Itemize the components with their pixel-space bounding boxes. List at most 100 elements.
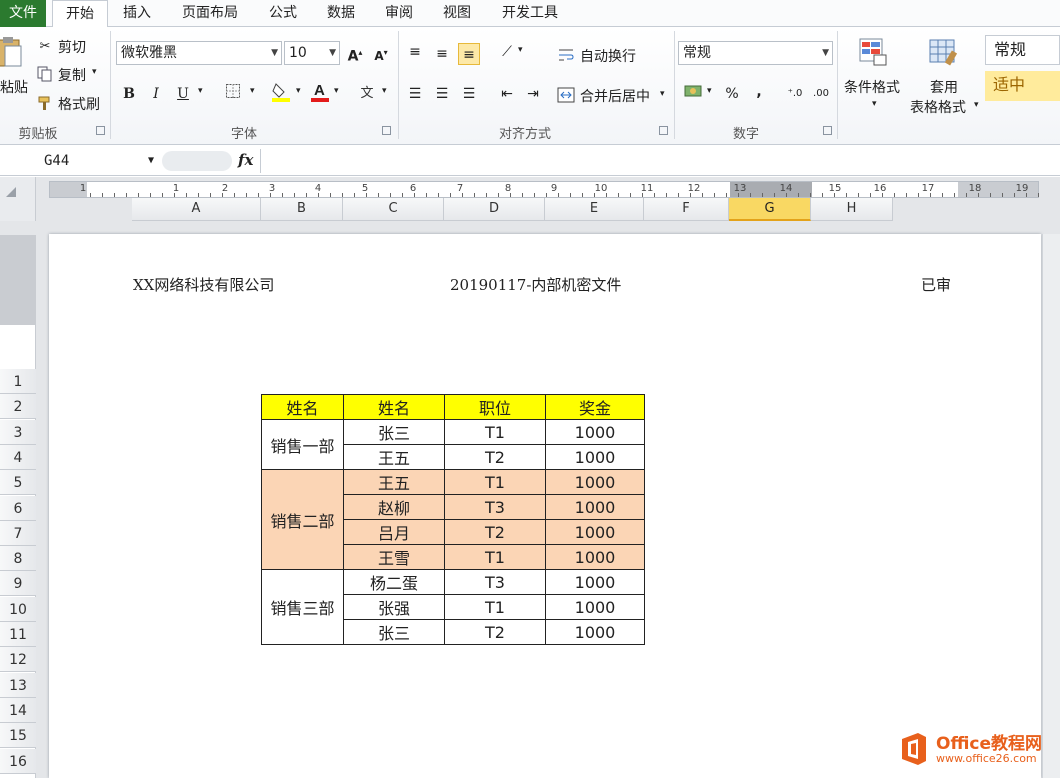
currency-dropdown-icon[interactable]: ▾ <box>707 86 712 96</box>
format-painter-icon[interactable] <box>36 94 54 112</box>
font-color-icon[interactable]: A <box>309 81 331 103</box>
row-header-4[interactable]: 4 <box>0 444 36 470</box>
header-cell-name[interactable]: 姓名 <box>343 394 445 420</box>
clipboard-launcher-icon[interactable] <box>96 126 105 135</box>
copy-dropdown-icon[interactable]: ▾ <box>92 67 97 77</box>
paste-label[interactable]: 粘贴 <box>0 77 28 97</box>
wrap-text-button[interactable]: 自动换行 <box>580 46 636 66</box>
align-center-icon[interactable]: ☰ <box>431 83 453 105</box>
bonus-cell[interactable]: 1000 <box>545 544 645 570</box>
formula-bar-splitter[interactable] <box>162 151 232 171</box>
bonus-cell[interactable]: 1000 <box>545 469 645 495</box>
row-header-15[interactable]: 15 <box>0 723 36 749</box>
align-middle-icon[interactable]: ≡ <box>431 43 453 65</box>
border-icon[interactable] <box>222 83 244 105</box>
bonus-cell[interactable]: 1000 <box>545 419 645 445</box>
row-header-12[interactable]: 12 <box>0 647 36 673</box>
align-top-icon[interactable]: ≡ <box>404 41 426 63</box>
tab-home[interactable]: 开始 <box>52 0 108 28</box>
phonetic-icon[interactable]: 文 <box>356 83 378 105</box>
align-right-icon[interactable]: ☰ <box>458 83 480 105</box>
copy-icon[interactable] <box>36 65 54 83</box>
bonus-cell[interactable]: 1000 <box>545 494 645 520</box>
dept-cell[interactable]: 销售一部 <box>261 419 344 470</box>
header-cell-position[interactable]: 职位 <box>444 394 546 420</box>
tab-view[interactable]: 视图 <box>432 0 482 27</box>
orientation-icon[interactable]: ⟋ <box>496 41 518 63</box>
bonus-cell[interactable]: 1000 <box>545 619 645 645</box>
name-cell[interactable]: 王五 <box>343 444 445 470</box>
font-color-dropdown-icon[interactable]: ▾ <box>334 86 339 96</box>
name-cell[interactable]: 杨二蛋 <box>343 569 445 595</box>
italic-button[interactable]: I <box>145 83 167 105</box>
tab-insert[interactable]: 插入 <box>112 0 162 27</box>
merge-center-button[interactable]: 合并后居中 <box>580 86 650 106</box>
row-header-5[interactable]: 5 <box>0 470 36 496</box>
position-cell[interactable]: T3 <box>444 494 546 520</box>
column-header-B[interactable]: B <box>261 198 343 221</box>
increase-indent-icon[interactable]: ⇥ <box>522 83 544 105</box>
style-neutral[interactable]: 适中 <box>985 71 1060 101</box>
align-bottom-icon[interactable]: ≡ <box>458 43 480 65</box>
underline-button[interactable]: U <box>172 83 194 105</box>
format-painter-button[interactable]: 格式刷 <box>58 94 100 114</box>
row-header-3[interactable]: 3 <box>0 419 36 445</box>
underline-dropdown-icon[interactable]: ▾ <box>198 86 203 96</box>
row-header-8[interactable]: 8 <box>0 546 36 572</box>
row-header-16[interactable]: 16 <box>0 748 36 774</box>
wrap-text-icon[interactable] <box>556 45 576 65</box>
position-cell[interactable]: T2 <box>444 619 546 645</box>
row-header-2[interactable]: 2 <box>0 394 36 420</box>
header-left[interactable]: XX网络科技有限公司 <box>133 274 274 295</box>
orientation-dropdown-icon[interactable]: ▾ <box>518 45 523 55</box>
column-header-G[interactable]: G <box>729 198 811 221</box>
insert-function-icon[interactable]: fx <box>238 151 253 169</box>
position-cell[interactable]: T1 <box>444 419 546 445</box>
row-header-14[interactable]: 14 <box>0 697 36 723</box>
bonus-cell[interactable]: 1000 <box>545 594 645 620</box>
font-name-select[interactable]: 微软雅黑 ▼ <box>116 41 282 65</box>
column-header-A[interactable]: A <box>132 198 261 221</box>
fill-color-dropdown-icon[interactable]: ▾ <box>296 86 301 96</box>
name-cell[interactable]: 吕月 <box>343 519 445 545</box>
position-cell[interactable]: T2 <box>444 519 546 545</box>
tab-review[interactable]: 审阅 <box>374 0 424 27</box>
dept-cell[interactable]: 销售三部 <box>261 569 344 645</box>
number-format-select[interactable]: 常规 ▼ <box>678 41 833 65</box>
style-normal[interactable]: 常规 <box>985 35 1060 65</box>
row-header-13[interactable]: 13 <box>0 672 36 698</box>
row-header-9[interactable]: 9 <box>0 571 36 597</box>
tab-developer[interactable]: 开发工具 <box>490 0 570 27</box>
select-all-corner[interactable] <box>0 177 36 221</box>
copy-button[interactable]: 复制 <box>58 65 86 85</box>
align-left-icon[interactable]: ☰ <box>404 83 426 105</box>
name-box[interactable]: G44 ▼ <box>0 149 158 173</box>
increase-font-icon[interactable]: A▴ <box>344 42 366 65</box>
conditional-format-icon[interactable] <box>856 35 890 69</box>
dept-cell[interactable]: 销售二部 <box>261 469 344 570</box>
position-cell[interactable]: T1 <box>444 544 546 570</box>
header-cell-bonus[interactable]: 奖金 <box>545 394 645 420</box>
scissors-icon[interactable]: ✂ <box>36 37 54 55</box>
column-header-E[interactable]: E <box>545 198 644 221</box>
decrease-font-icon[interactable]: A▾ <box>370 42 392 64</box>
position-cell[interactable]: T2 <box>444 444 546 470</box>
row-header-1[interactable]: 1 <box>0 369 36 394</box>
column-header-F[interactable]: F <box>644 198 729 221</box>
merge-dropdown-icon[interactable]: ▾ <box>660 89 665 99</box>
border-dropdown-icon[interactable]: ▾ <box>250 86 255 96</box>
column-header-C[interactable]: C <box>343 198 444 221</box>
decrease-indent-icon[interactable]: ⇤ <box>496 83 518 105</box>
tab-file[interactable]: 文件 <box>0 0 46 27</box>
number-launcher-icon[interactable] <box>823 126 832 135</box>
formula-input[interactable] <box>260 149 1060 173</box>
decrease-decimal-icon[interactable]: .00 <box>810 83 832 105</box>
alignment-launcher-icon[interactable] <box>659 126 668 135</box>
tab-formulas[interactable]: 公式 <box>258 0 308 27</box>
position-cell[interactable]: T1 <box>444 594 546 620</box>
tab-data[interactable]: 数据 <box>316 0 366 27</box>
table-format-icon[interactable] <box>926 35 960 69</box>
column-header-D[interactable]: D <box>444 198 545 221</box>
font-size-select[interactable]: 10 ▼ <box>284 41 340 65</box>
table-format-dropdown-icon[interactable]: ▾ <box>974 100 979 110</box>
